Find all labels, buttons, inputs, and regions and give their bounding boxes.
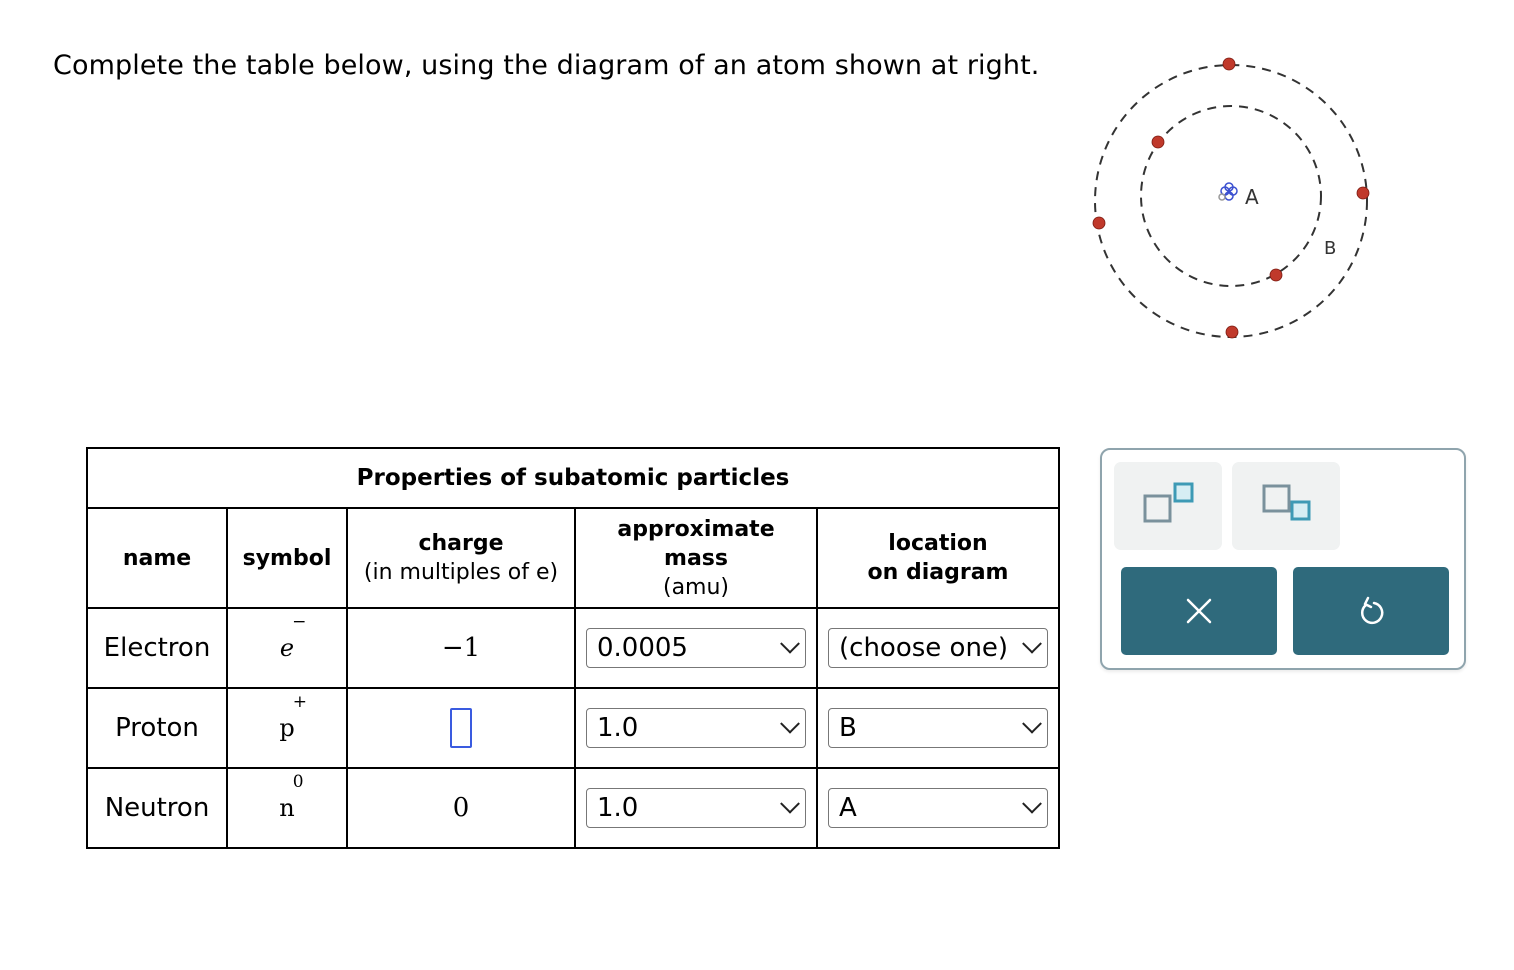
atom-diagram: A B [1092, 57, 1370, 339]
table-row: Proton p + 1.0 B [86, 687, 1060, 769]
electron [1092, 216, 1106, 230]
charge-value: 0 [346, 767, 576, 849]
instructions: Complete the table below, using the diag… [53, 50, 1040, 81]
clear-button[interactable] [1121, 567, 1277, 655]
answer-toolbox [1100, 448, 1466, 670]
charge-value: −1 [346, 607, 576, 689]
header-location-line1: location [888, 531, 988, 556]
chevron-down-icon [1022, 793, 1042, 814]
electron [1151, 135, 1165, 149]
chevron-down-icon [780, 633, 800, 654]
table-row: Neutron n0 0 1.0 A [86, 767, 1060, 849]
header-mass-line1: approximate [617, 516, 775, 542]
header-mass: approximate mass (amu) [574, 507, 818, 609]
chevron-down-icon [1022, 633, 1042, 654]
location-select[interactable]: (choose one) [828, 628, 1048, 668]
chevron-down-icon [780, 793, 800, 814]
mass-select[interactable]: 1.0 [586, 788, 806, 828]
header-charge: charge (in multiples of e) [346, 507, 576, 609]
header-symbol: symbol [226, 507, 348, 609]
label-a: A [1245, 185, 1259, 209]
header-location: location on diagram [816, 507, 1060, 609]
undo-icon [1361, 596, 1384, 625]
subscript-icon [1262, 484, 1311, 521]
electron [1225, 325, 1239, 339]
mass-select[interactable]: 0.0005 [586, 628, 806, 668]
particle-symbol: n0 [226, 767, 348, 849]
table-title: Properties of subatomic particles [86, 447, 1060, 509]
electron [1269, 268, 1283, 282]
electron [1222, 57, 1236, 71]
header-mass-line2: mass [664, 545, 728, 571]
particle-name: Neutron [86, 767, 228, 849]
location-select[interactable]: B [828, 708, 1048, 748]
superscript-button[interactable] [1114, 462, 1222, 550]
particle-symbol: e − [226, 607, 348, 689]
header-charge-sub: (in multiples of e) [363, 560, 559, 585]
chevron-down-icon [780, 713, 800, 734]
mass-select[interactable]: 1.0 [586, 708, 806, 748]
particle-name: Electron [86, 607, 228, 689]
electron [1356, 186, 1370, 200]
header-row: name symbol charge (in multiples of e) a… [86, 507, 1060, 609]
location-select[interactable]: A [828, 788, 1048, 828]
charge-input[interactable] [450, 708, 472, 748]
nucleus [1218, 182, 1238, 201]
header-location-line2: on diagram [867, 560, 1009, 585]
close-icon [1186, 598, 1212, 624]
particle-name: Proton [86, 687, 228, 769]
table-row: Electron e − −1 0.0005 (choose one) [86, 607, 1060, 689]
undo-button[interactable] [1293, 567, 1449, 655]
chevron-down-icon [1022, 713, 1042, 734]
header-name: name [86, 507, 228, 609]
inner-orbit [1140, 105, 1322, 287]
label-b: B [1324, 238, 1336, 259]
subscript-button[interactable] [1232, 462, 1340, 550]
header-charge-label: charge [418, 531, 504, 556]
charge-input-cell [346, 687, 576, 769]
header-mass-sub: (amu) [662, 574, 730, 600]
subatomic-particles-table: Properties of subatomic particles name s… [86, 447, 1060, 849]
particle-symbol: p + [226, 687, 348, 769]
superscript-icon [1143, 482, 1194, 523]
